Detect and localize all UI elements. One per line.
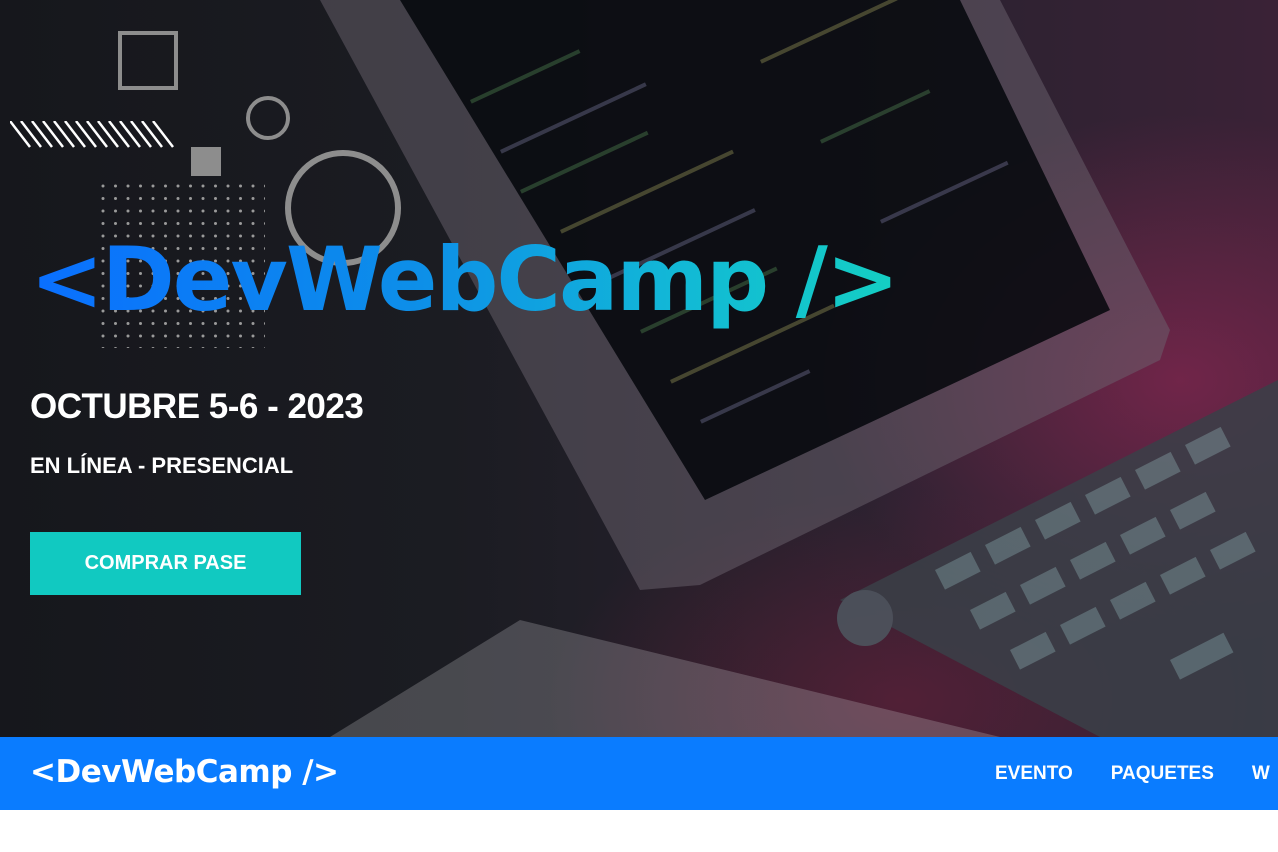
decorative-diagonal-lines [10,121,174,148]
hero-background-image [320,0,1278,737]
nav-link-paquetes[interactable]: PAQUETES [1111,763,1214,785]
hero-section: <DevWebCamp /> OCTUBRE 5-6 - 2023 EN LÍN… [0,0,1278,737]
nav-link-truncated[interactable]: W [1252,763,1270,785]
decorative-square-outline [118,31,178,90]
nav-links: EVENTO PAQUETES W [995,737,1278,810]
event-date: OCTUBRE 5-6 - 2023 [30,387,364,426]
main-navbar: <DevWebCamp /> EVENTO PAQUETES W [0,737,1278,810]
navbar-logo[interactable]: <DevWebCamp /> [30,752,339,792]
decorative-small-circle [246,96,290,140]
decorative-filled-square [191,147,221,176]
paper-sheet [330,620,1000,737]
buy-pass-button[interactable]: COMPRAR PASE [30,532,301,595]
nav-link-evento[interactable]: EVENTO [995,763,1073,785]
event-mode: EN LÍNEA - PRESENCIAL [30,453,294,478]
hero-logo: <DevWebCamp /> [30,228,900,331]
